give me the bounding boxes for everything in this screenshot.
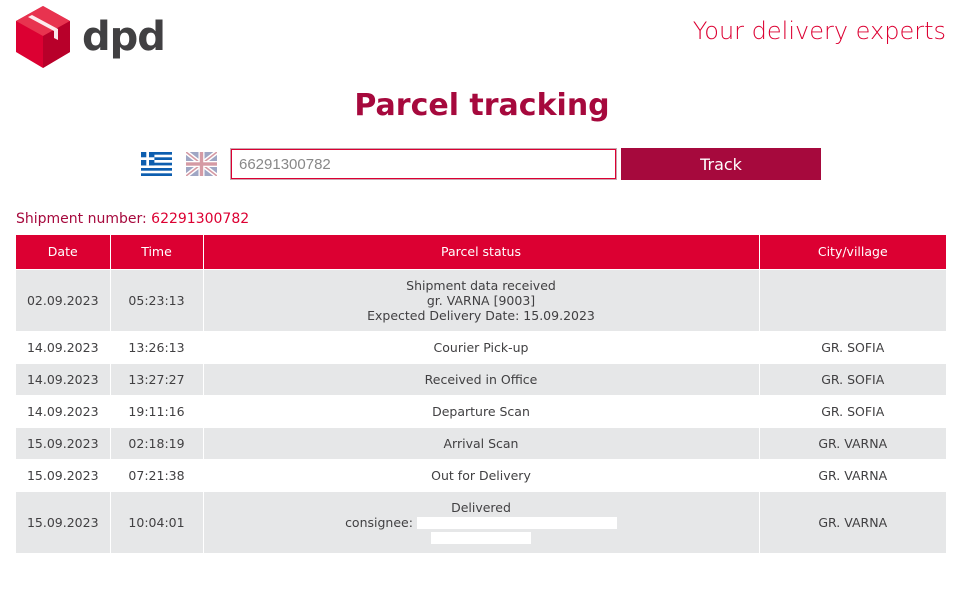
logo-wordmark: dpd xyxy=(82,14,166,60)
status-line: Expected Delivery Date: 15.09.2023 xyxy=(367,307,595,323)
cell-city: GR. SOFIA xyxy=(759,330,946,363)
shipment-number-value: 62291300782 xyxy=(151,211,250,227)
tracking-number-input[interactable] xyxy=(230,148,617,180)
uk-flag-icon[interactable] xyxy=(186,152,217,176)
cell-status: Out for Delivery xyxy=(203,458,760,491)
cell-date: 02.09.2023 xyxy=(16,268,111,331)
greek-flag-icon[interactable] xyxy=(141,152,172,176)
column-header-date: Date xyxy=(16,235,111,269)
cell-city xyxy=(759,268,946,331)
column-header-time: Time xyxy=(110,235,204,269)
table-row: 14.09.2023 13:27:27 Received in Office G… xyxy=(16,362,946,395)
cell-date: 14.09.2023 xyxy=(16,362,111,395)
cell-time: 07:21:38 xyxy=(110,458,204,491)
table-row: 02.09.2023 05:23:13 Shipment data receiv… xyxy=(16,268,946,331)
cell-time: 19:11:16 xyxy=(110,394,204,427)
cell-date: 14.09.2023 xyxy=(16,394,111,427)
cell-date: 14.09.2023 xyxy=(16,330,111,363)
tracking-events-table: Date Time Parcel status City/village 02.… xyxy=(16,235,946,553)
table-row: 14.09.2023 13:26:13 Courier Pick-up GR. … xyxy=(16,330,946,363)
status-line: Delivered xyxy=(451,499,511,515)
column-header-parcel-status: Parcel status xyxy=(203,235,760,269)
redacted-block xyxy=(416,517,617,530)
table-row: 15.09.2023 02:18:19 Arrival Scan GR. VAR… xyxy=(16,426,946,459)
cell-status: Courier Pick-up xyxy=(203,330,760,363)
cell-time: 13:26:13 xyxy=(110,330,204,363)
cell-city: GR. SOFIA xyxy=(759,394,946,427)
cell-city: GR. VARNA xyxy=(759,490,946,553)
cell-time: 10:04:01 xyxy=(110,490,204,553)
dpd-logo[interactable]: dpd xyxy=(14,6,166,70)
table-row: 15.09.2023 07:21:38 Out for Delivery GR.… xyxy=(16,458,946,491)
tagline: Your delivery experts xyxy=(692,17,946,45)
cell-date: 15.09.2023 xyxy=(16,458,111,491)
table-row: 14.09.2023 19:11:16 Departure Scan GR. S… xyxy=(16,394,946,427)
status-line xyxy=(208,530,755,545)
cell-city: GR. SOFIA xyxy=(759,362,946,395)
track-button[interactable]: Track xyxy=(621,148,821,180)
shipment-number-line: Shipment number: 62291300782 xyxy=(16,211,249,227)
cell-time: 05:23:13 xyxy=(110,268,204,331)
page-title: Parcel tracking xyxy=(354,88,610,123)
cell-time: 02:18:19 xyxy=(110,426,204,459)
cell-status: Arrival Scan xyxy=(203,426,760,459)
column-header-city: City/village xyxy=(759,235,946,269)
status-line: consignee: xyxy=(208,515,755,530)
shipment-number-label: Shipment number: xyxy=(16,211,152,227)
redacted-block xyxy=(431,532,531,545)
table-header-row: Date Time Parcel status City/village xyxy=(16,235,946,269)
cell-date: 15.09.2023 xyxy=(16,490,111,553)
cell-status: Delivered consignee: xyxy=(203,490,760,553)
cell-time: 13:27:27 xyxy=(110,362,204,395)
cell-city: GR. VARNA xyxy=(759,458,946,491)
cell-status: Shipment data received gr. VARNA [9003] … xyxy=(203,268,760,331)
cell-status: Departure Scan xyxy=(203,394,760,427)
consignee-label: consignee: xyxy=(345,514,413,530)
cell-date: 15.09.2023 xyxy=(16,426,111,459)
table-row: 15.09.2023 10:04:01 Delivered consignee:… xyxy=(16,490,946,553)
cell-city: GR. VARNA xyxy=(759,426,946,459)
status-line: Shipment data received xyxy=(406,277,556,293)
dpd-cube-icon xyxy=(16,6,70,68)
status-line: gr. VARNA [9003] xyxy=(426,292,536,308)
cell-status: Received in Office xyxy=(203,362,760,395)
